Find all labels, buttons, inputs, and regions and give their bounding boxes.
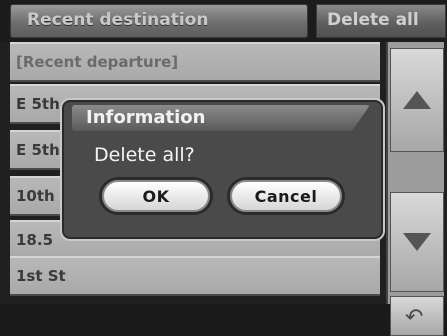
list-item-label: [Recent departure] [16,53,179,71]
ok-button-label: OK [142,187,170,206]
list-item[interactable]: 1st St [10,256,380,296]
navigation-screen: Recent destination Delete all [Recent de… [0,0,447,336]
cancel-button-label: Cancel [254,187,318,206]
scroll-down-button[interactable] [390,192,444,292]
scroll-up-button[interactable] [390,48,444,152]
triangle-up-icon [403,91,431,109]
delete-all-button[interactable]: Delete all [316,4,446,38]
ok-button[interactable]: OK [102,180,210,212]
recent-destination-tab[interactable]: Recent destination [10,4,308,38]
dialog-message: Delete all? [94,144,195,166]
recent-destination-title: Recent destination [27,10,209,30]
list-item-label: 18.5 [16,231,54,249]
delete-all-label: Delete all [327,10,419,30]
list-item-label: 1st St [16,267,66,285]
back-button[interactable]: ↶ [390,296,444,336]
return-arrow-icon: ↶ [405,305,424,330]
dialog-title: Information [86,107,206,128]
header-bar: Recent destination Delete all [0,0,447,42]
list-item-recent-departure[interactable]: [Recent departure] [10,42,380,82]
scroll-column: ↶ [386,42,444,336]
information-dialog: Information Delete all? OK Cancel [60,98,385,241]
cancel-button[interactable]: Cancel [230,180,342,212]
triangle-down-icon [403,233,431,251]
